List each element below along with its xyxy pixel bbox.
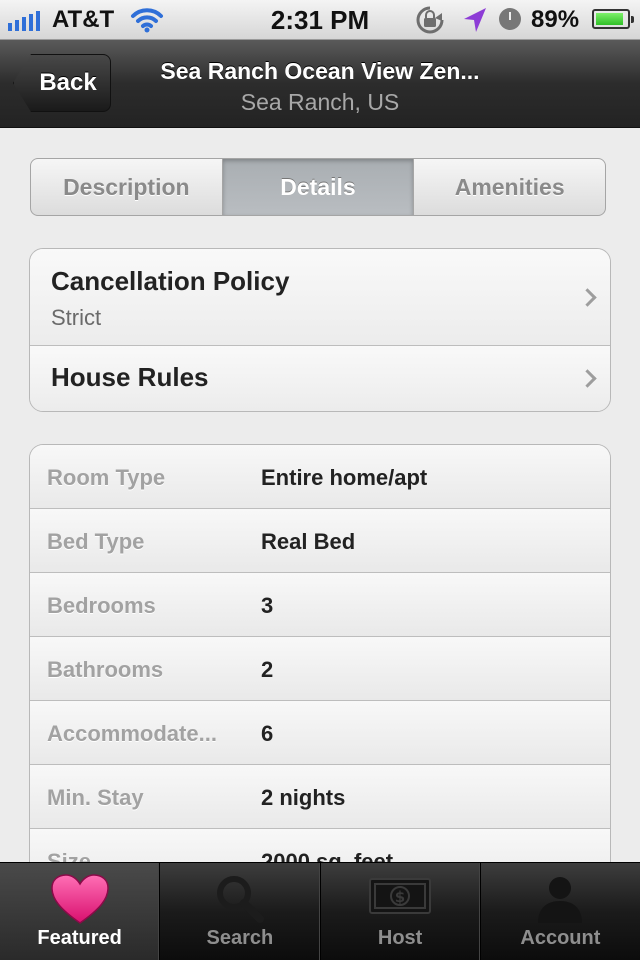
location-arrow-icon — [462, 6, 488, 41]
chevron-right-icon — [578, 369, 597, 388]
detail-value: 3 — [261, 593, 274, 618]
table-row: Bathrooms 2 — [30, 637, 610, 701]
segment-amenities[interactable]: Amenities — [414, 159, 605, 215]
heart-icon — [50, 873, 110, 930]
table-row: Bedrooms 3 — [30, 573, 610, 637]
tab-host[interactable]: $ Host — [321, 863, 481, 960]
table-row: Bed Type Real Bed — [30, 509, 610, 573]
segmented-control: Description Details Amenities — [30, 158, 606, 216]
svg-text:$: $ — [395, 888, 405, 906]
detail-label: Accommodate... — [47, 721, 217, 746]
tab-search-label: Search — [206, 927, 274, 949]
details-table: Room Type Entire home/apt Bed Type Real … — [29, 444, 611, 884]
detail-label: Bed Type — [47, 529, 145, 554]
tab-featured-label: Featured — [37, 927, 122, 949]
policy-group: Cancellation Policy Strict House Rules — [29, 248, 611, 412]
house-rules-row[interactable]: House Rules — [30, 346, 610, 411]
chevron-right-icon — [578, 288, 597, 307]
segment-details[interactable]: Details — [222, 159, 415, 215]
segment-description[interactable]: Description — [31, 159, 223, 215]
status-bar: AT&T 2:31 PM 89% — [0, 0, 640, 40]
house-rules-title: House Rules — [51, 362, 209, 392]
cancellation-policy-row[interactable]: Cancellation Policy Strict — [30, 249, 610, 346]
detail-value: Real Bed — [261, 529, 356, 554]
table-row: Accommodate... 6 — [30, 701, 610, 765]
detail-value: Entire home/apt — [261, 465, 428, 490]
listing-location: Sea Ranch, US — [240, 89, 400, 115]
tab-featured[interactable]: Featured — [0, 863, 161, 960]
tab-host-label: Host — [377, 927, 423, 949]
tab-bar: Featured Search $ Host Account — [0, 862, 640, 960]
cancellation-policy-value: Strict — [51, 305, 102, 330]
navigation-bar: Back Sea Ranch Ocean View Zen... Sea Ran… — [0, 40, 640, 128]
alarm-icon — [499, 8, 521, 30]
back-button[interactable]: Back — [13, 54, 111, 112]
table-row: Min. Stay 2 nights — [30, 765, 610, 829]
tab-account[interactable]: Account — [481, 863, 640, 960]
detail-label: Bedrooms — [47, 593, 156, 618]
detail-label: Room Type — [47, 465, 166, 490]
cancellation-policy-title: Cancellation Policy — [51, 266, 290, 296]
battery-level-fill — [596, 13, 623, 25]
detail-value: 2 nights — [261, 785, 346, 810]
magnifier-icon — [214, 873, 266, 930]
person-icon — [534, 873, 586, 930]
listing-title: Sea Ranch Ocean View Zen... — [160, 58, 480, 84]
dollar-bill-icon: $ — [368, 873, 432, 924]
tab-search[interactable]: Search — [160, 863, 321, 960]
table-row: Room Type Entire home/apt — [30, 445, 610, 509]
tab-account-label: Account — [520, 927, 601, 949]
battery-icon — [592, 9, 634, 29]
detail-label: Min. Stay — [47, 785, 144, 810]
detail-label: Bathrooms — [47, 657, 164, 682]
battery-percent: 89% — [531, 6, 580, 33]
detail-value: 2 — [261, 657, 274, 682]
rotation-lock-icon — [414, 5, 446, 42]
detail-value: 6 — [261, 721, 274, 746]
